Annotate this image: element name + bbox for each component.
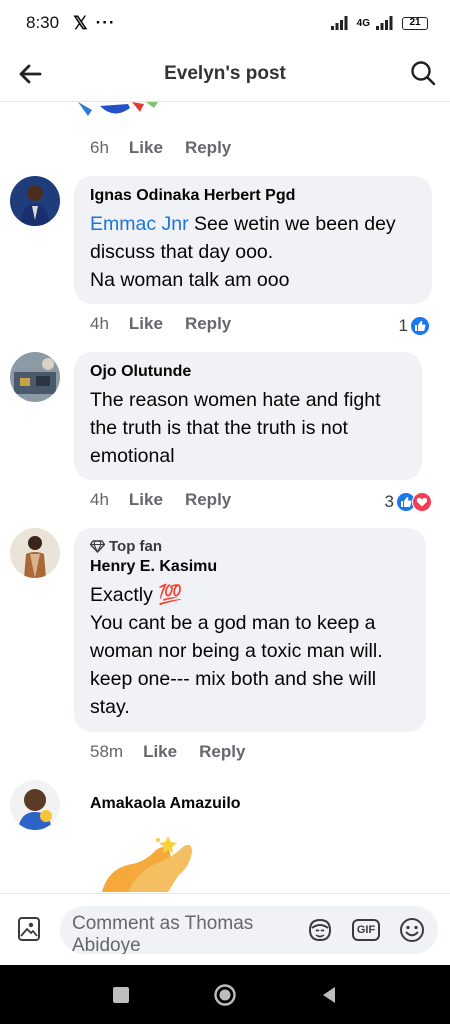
reply-button[interactable]: Reply bbox=[185, 138, 231, 158]
comment-time: 4h bbox=[90, 314, 109, 333]
photo-button[interactable] bbox=[16, 916, 42, 942]
status-bar: 8:30 𝕏 ··· 4G 21 bbox=[0, 0, 450, 46]
comment-author[interactable]: Ignas Odinaka Herbert Pgd bbox=[90, 186, 416, 206]
arrow-left-icon bbox=[19, 64, 42, 84]
status-indicators: 4G 21 bbox=[330, 16, 428, 30]
comment-text-line: Na woman talk am ooo bbox=[90, 269, 290, 291]
comment-author[interactable]: Ojo Olutunde bbox=[90, 362, 406, 382]
battery-icon: 21 bbox=[402, 16, 428, 30]
comment-time: 6h bbox=[90, 138, 109, 157]
comment-meta-row: 4h Like Reply bbox=[90, 314, 253, 334]
circle-icon bbox=[214, 983, 236, 1006]
comment-meta-row: 4h Like Reply bbox=[90, 490, 253, 510]
post-header: Evelyn's post bbox=[0, 46, 450, 102]
comment-meta-row: 6h Like Reply bbox=[90, 138, 253, 158]
comment-text-line: Exactly 💯 bbox=[90, 584, 183, 606]
like-reaction-icon bbox=[410, 316, 430, 336]
gif-button[interactable]: GIF bbox=[351, 916, 381, 944]
composer-icons: GIF bbox=[306, 916, 426, 944]
page-title: Evelyn's post bbox=[164, 62, 286, 84]
comment-placeholder: Comment as Thomas Abidoye bbox=[72, 913, 254, 954]
more-notifications-icon: ··· bbox=[95, 13, 116, 32]
comment-input[interactable]: Comment as Thomas Abidoye GIF bbox=[60, 906, 438, 954]
comment-time: 58m bbox=[90, 742, 124, 761]
reply-button[interactable]: Reply bbox=[185, 490, 231, 510]
comment-bubble[interactable]: Ignas Odinaka Herbert Pgd Emmac Jnr See … bbox=[74, 176, 432, 304]
comment-bubble[interactable]: Top fan Henry E. Kasimu Exactly 💯 You ca… bbox=[74, 528, 426, 732]
home-button[interactable] bbox=[213, 983, 237, 1007]
photo-icon bbox=[18, 917, 40, 941]
comment-time: 4h bbox=[90, 490, 109, 509]
recents-button[interactable] bbox=[109, 983, 133, 1007]
network-type-label: 4G bbox=[356, 17, 370, 29]
avatar[interactable] bbox=[10, 352, 60, 402]
avatar-sticker-button[interactable] bbox=[306, 916, 334, 944]
avatar-sticker-icon bbox=[308, 918, 332, 942]
signal-icon-2 bbox=[376, 16, 393, 30]
search-button[interactable] bbox=[408, 58, 438, 88]
gif-icon: GIF bbox=[351, 919, 381, 941]
comment-text: You cant be a god man to keep a woman no… bbox=[90, 612, 383, 718]
reply-button[interactable]: Reply bbox=[185, 314, 231, 334]
avatar[interactable] bbox=[10, 176, 60, 226]
back-nav-button[interactable] bbox=[317, 983, 341, 1007]
like-button[interactable]: Like bbox=[129, 138, 163, 158]
comment-bubble[interactable]: Ojo Olutunde The reason women hate and f… bbox=[74, 352, 422, 480]
system-navigation-bar bbox=[0, 965, 450, 1024]
like-button[interactable]: Like bbox=[129, 314, 163, 334]
like-button[interactable]: Like bbox=[129, 490, 163, 510]
mention-link[interactable]: Emmac Jnr bbox=[90, 213, 189, 235]
x-app-icon: 𝕏 bbox=[73, 12, 88, 33]
comment-text: The reason women hate and fight the trut… bbox=[90, 389, 381, 467]
status-time: 8:30 bbox=[26, 13, 60, 32]
reaction-summary[interactable]: 3 bbox=[385, 492, 432, 512]
comment-composer: Comment as Thomas Abidoye GIF bbox=[0, 893, 450, 965]
reaction-count: 3 bbox=[384, 492, 394, 511]
emoji-button[interactable] bbox=[398, 916, 426, 944]
search-icon bbox=[411, 61, 436, 86]
comment-meta-row: 58m Like Reply bbox=[90, 742, 267, 762]
clapping-hands-sticker[interactable] bbox=[98, 832, 198, 892]
comment-author[interactable]: Henry E. Kasimu bbox=[90, 557, 410, 577]
reaction-summary[interactable]: 1 bbox=[399, 316, 430, 336]
signal-icon bbox=[330, 16, 348, 30]
avatar[interactable] bbox=[10, 528, 60, 578]
badge-label: Top fan bbox=[109, 538, 163, 555]
back-button[interactable] bbox=[14, 58, 46, 90]
avatar[interactable] bbox=[10, 780, 60, 830]
comment-text: Emmac Jnr See wetin we been dey discuss … bbox=[90, 210, 416, 266]
reply-button[interactable]: Reply bbox=[199, 742, 245, 762]
comment-image-partial[interactable] bbox=[70, 102, 170, 118]
like-button[interactable]: Like bbox=[143, 742, 177, 762]
triangle-back-icon bbox=[323, 986, 335, 1003]
reaction-count: 1 bbox=[398, 316, 408, 335]
comment-author[interactable]: Amakaola Amazuilo bbox=[90, 794, 241, 814]
emoji-icon bbox=[400, 918, 424, 942]
square-icon bbox=[113, 986, 129, 1003]
diamond-icon bbox=[90, 540, 105, 553]
top-fan-badge: Top fan bbox=[90, 538, 410, 555]
love-reaction-icon bbox=[412, 492, 432, 512]
